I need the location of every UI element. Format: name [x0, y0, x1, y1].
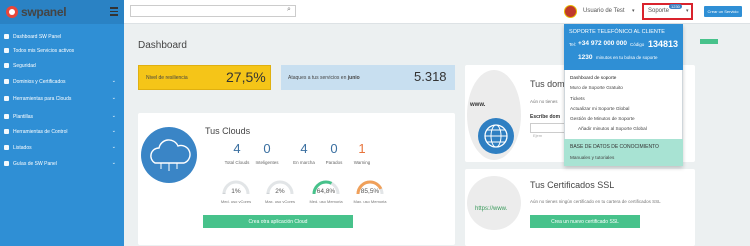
- sidebar-item[interactable]: Todos mis Servicios activos: [0, 44, 124, 57]
- chevron-down-icon[interactable]: ⌄: [112, 128, 116, 134]
- cloud-stat-value: 0: [263, 141, 271, 156]
- gauge-value: 64,8%: [316, 188, 336, 195]
- chevron-down-icon[interactable]: ⌄: [112, 113, 116, 119]
- sidebar-item-icon: [4, 48, 9, 53]
- resiliencia-value: 27,5%: [226, 69, 266, 85]
- codigo-value: 134813: [648, 39, 679, 49]
- sidebar-item-icon: [4, 145, 9, 150]
- sidebar-item-icon: [4, 96, 9, 101]
- cloud-illustration-icon: [141, 127, 197, 183]
- cloud-stat-value: 4: [300, 141, 308, 156]
- sidebar-item-label: Guías de SW Panel: [13, 160, 57, 167]
- ataques-label: Ataques a tus servicios en junio: [288, 75, 360, 81]
- sidebar-item-label: Todos mis Servicios activos: [13, 47, 75, 54]
- gauge-value: 2%: [275, 188, 285, 195]
- domain-search-label: Escribe dom: [530, 114, 561, 120]
- sidebar-item[interactable]: Listados ⌄: [0, 141, 124, 154]
- user-menu[interactable]: Usuario de Test: [583, 8, 625, 14]
- sidebar-item-label: Herramientas de Control: [13, 128, 68, 135]
- sidebar-item-label: Listados: [13, 144, 32, 151]
- gauge-value: 85,5%: [360, 188, 380, 195]
- sidebar-item[interactable]: Herramientas para Clouds ⌄: [0, 92, 124, 105]
- cloud-stat-value: 4: [233, 141, 241, 156]
- page-title: Dashboard: [138, 40, 187, 51]
- ssl-title: Tus Certificados SSL: [530, 180, 615, 190]
- minutes-label: minutos en tu bolsa de soporte: [596, 55, 658, 60]
- sidebar-item-icon: [4, 114, 9, 119]
- base-conocimiento-title: BASE DE DATOS DE CONOCIMIENTO: [570, 144, 659, 150]
- soporte-minutes-badge: 1230: [669, 4, 682, 9]
- globe-icon: [478, 118, 514, 154]
- sidebar-item-label: Dashboard SW Panel: [13, 33, 62, 40]
- caret-down-icon[interactable]: ▾: [632, 8, 635, 14]
- sidebar-item[interactable]: Dominios y Certificados ⌄: [0, 75, 124, 88]
- sidebar-item-icon: [4, 161, 9, 166]
- chevron-down-icon[interactable]: ⌄: [112, 95, 116, 101]
- search-icon[interactable]: ⌕: [287, 6, 291, 14]
- gauge-label: Max. uso Memoria: [353, 199, 387, 204]
- ataques-value: 5.318: [414, 69, 447, 84]
- codigo-label: Código: [630, 42, 645, 47]
- avatar[interactable]: [564, 5, 577, 18]
- sidebar-item-label: Herramientas para Clouds: [13, 95, 72, 102]
- crear-ssl-button[interactable]: Crea un nuevo certificado SSL: [530, 215, 640, 228]
- sidebar-item-label: Dominios y Certificados: [13, 78, 66, 85]
- soporte-link[interactable]: Muro de Soporte Gratuito: [570, 85, 623, 90]
- menu-toggle-icon[interactable]: [110, 7, 118, 16]
- sidebar-item-label: Plantillas: [13, 113, 34, 120]
- dominios-subtitle: Aún no tienes: [530, 99, 558, 104]
- sidebar-item[interactable]: Plantillas ⌄: [0, 110, 124, 123]
- sidebar-item[interactable]: Seguridad: [0, 59, 124, 72]
- soporte-link[interactable]: Gestión de Minutos de Soporte: [570, 116, 635, 121]
- sidebar-item-icon: [4, 79, 9, 84]
- cloud-stat-value: 1: [358, 141, 366, 156]
- sidebar-item-icon: [4, 129, 9, 134]
- sidebar-item-label: Seguridad: [13, 62, 36, 69]
- ssl-illustration: [467, 176, 521, 230]
- gauge-value: 1%: [231, 188, 241, 195]
- crear-cloud-button[interactable]: Crea otra aplicación Cloud: [203, 215, 353, 228]
- minutes-value: 1230: [578, 54, 593, 61]
- chevron-down-icon[interactable]: ⌄: [112, 160, 116, 166]
- tel-prefix: Tel:: [569, 42, 577, 47]
- soporte-link[interactable]: Dashboard de soporte: [570, 75, 616, 80]
- sidebar-item[interactable]: Guías de SW Panel ⌄: [0, 157, 124, 170]
- gauge-label: Max. uso vCores: [264, 199, 295, 204]
- dominios-title: Tus domi: [530, 79, 567, 89]
- soporte-link[interactable]: Añadir minutos al Soporte Global: [578, 126, 647, 131]
- manuales-link[interactable]: Manuales y tutoriales: [570, 155, 614, 160]
- soporte-label[interactable]: Soporte: [648, 8, 669, 14]
- swpanel-logo-icon: [6, 6, 18, 18]
- cloud-stat-label: Warning: [353, 160, 371, 165]
- sidebar-item[interactable]: Dashboard SW Panel: [0, 30, 124, 43]
- crear-servicio-button[interactable]: Crear un Servicio: [704, 6, 742, 17]
- tag-badge: [700, 39, 718, 44]
- soporte-link[interactable]: Tickets: [570, 96, 585, 101]
- domain-www-text: www.: [470, 102, 486, 108]
- cloud-stat-label: Inteligentes: [255, 160, 279, 165]
- ssl-subtitle: Aún no tienes ningún certificado en tu c…: [530, 199, 661, 204]
- brand-name: swpanel: [21, 5, 67, 19]
- gauge-label: Med. uso vCores: [220, 199, 252, 204]
- soporte-link[interactable]: Actualizar mi Soporte Global: [570, 106, 629, 111]
- ssl-www-text: https://www.: [475, 206, 508, 212]
- gauge-label: Med. uso Memoria: [309, 199, 343, 204]
- soporte-telefonico-title: SOPORTE TELEFÓNICO AL CLIENTE: [569, 29, 665, 35]
- search-input[interactable]: [130, 5, 296, 17]
- chevron-down-icon[interactable]: ⌄: [112, 78, 116, 84]
- sidebar-item-icon: [4, 63, 9, 68]
- sidebar-item-icon: [4, 34, 9, 39]
- sidebar-item[interactable]: Herramientas de Control ⌄: [0, 125, 124, 138]
- caret-down-icon[interactable]: ▾: [686, 8, 689, 14]
- swpanel-logo[interactable]: swpanel: [0, 0, 124, 24]
- cloud-stat-value: 0: [330, 141, 338, 156]
- tel-number: +34 972 000 000: [578, 40, 627, 47]
- clouds-title: Tus Clouds: [205, 126, 251, 136]
- chevron-down-icon[interactable]: ⌄: [112, 144, 116, 150]
- resiliencia-label: Nivel de resiliencia: [146, 75, 188, 81]
